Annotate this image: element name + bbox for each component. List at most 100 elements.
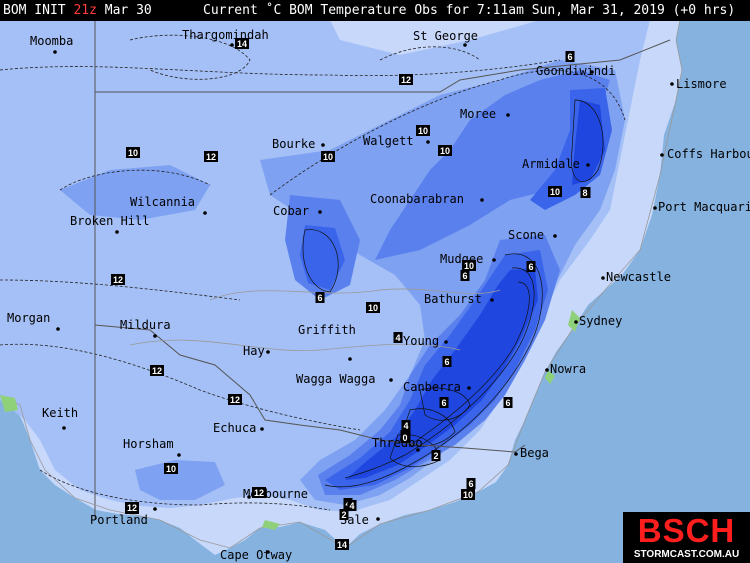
city-label: Nowra — [550, 362, 586, 376]
contour-value-label: 10 — [416, 125, 430, 136]
city-label: Hay — [243, 344, 265, 358]
city-marker — [463, 43, 467, 47]
svg-text:12: 12 — [401, 75, 411, 85]
svg-text:6: 6 — [462, 271, 467, 281]
city-label: Coffs Harbour — [667, 147, 750, 161]
contour-value-label: 8 — [580, 187, 590, 198]
svg-text:10: 10 — [128, 148, 138, 158]
svg-text:0: 0 — [402, 433, 407, 443]
contour-value-label: 0 — [400, 432, 410, 443]
city-label: Newcastle — [606, 270, 671, 284]
city-marker — [153, 334, 157, 338]
svg-text:6: 6 — [444, 357, 449, 367]
city-marker — [553, 234, 557, 238]
contour-value-label: 12 — [150, 365, 164, 376]
logo-sub-text: STORMCAST.COM.AU — [633, 549, 740, 560]
contour-value-label: 14 — [335, 539, 349, 550]
contour-value-label: 14 — [235, 38, 249, 49]
svg-text:10: 10 — [463, 490, 473, 500]
city-marker — [321, 143, 325, 147]
city-label: Cape Otway — [220, 548, 292, 562]
svg-text:8: 8 — [582, 188, 587, 198]
city-label: Mildura — [120, 318, 171, 332]
city-label: Armidale — [522, 157, 580, 171]
svg-text:4: 4 — [403, 421, 408, 431]
contour-value-label: 10 — [548, 186, 562, 197]
city-label: Moree — [460, 107, 496, 121]
svg-text:10: 10 — [323, 152, 333, 162]
city-marker — [514, 452, 518, 456]
city-marker — [266, 350, 270, 354]
svg-text:14: 14 — [337, 540, 347, 550]
svg-text:10: 10 — [368, 303, 378, 313]
svg-text:6: 6 — [567, 52, 572, 62]
contour-value-label: 6 — [460, 270, 470, 281]
contour-value-label: 6 — [439, 397, 449, 408]
city-marker — [490, 298, 494, 302]
contour-value-label: 12 — [252, 487, 266, 498]
svg-text:2: 2 — [341, 510, 346, 520]
contour-value-label: 2 — [431, 450, 441, 461]
city-marker — [660, 153, 664, 157]
bsch-logo: BSCH STORMCAST.COM.AU — [623, 512, 750, 563]
city-label: Keith — [42, 406, 78, 420]
city-marker — [574, 320, 578, 324]
model-name: BOM INIT — [3, 3, 66, 18]
city-marker — [467, 386, 471, 390]
logo-main-text: BSCH — [637, 512, 736, 549]
svg-text:12: 12 — [152, 366, 162, 376]
city-label: Lismore — [676, 77, 727, 91]
contour-value-label: 4 — [401, 420, 411, 431]
contour-value-label: 12 — [228, 394, 242, 405]
contour-value-label: 12 — [111, 274, 125, 285]
contour-value-label: 6 — [466, 478, 476, 489]
svg-text:6: 6 — [441, 398, 446, 408]
svg-text:2: 2 — [433, 451, 438, 461]
city-marker — [318, 210, 322, 214]
city-marker — [376, 517, 380, 521]
city-label: Horsham — [123, 437, 174, 451]
contour-value-label: 4 — [347, 500, 357, 511]
city-marker — [426, 140, 430, 144]
city-label: Thredbo — [372, 436, 423, 450]
svg-text:10: 10 — [440, 146, 450, 156]
contour-value-label: 6 — [526, 261, 536, 272]
city-label: Bathurst — [424, 292, 482, 306]
svg-text:6: 6 — [317, 293, 322, 303]
city-marker — [670, 82, 674, 86]
city-label: Echuca — [213, 421, 256, 435]
city-marker — [389, 378, 393, 382]
city-label: St George — [413, 29, 478, 43]
city-label: Morgan — [7, 311, 50, 325]
city-marker — [601, 276, 605, 280]
svg-text:10: 10 — [464, 261, 474, 271]
contour-value-label: 10 — [164, 463, 178, 474]
contour-value-label: 12 — [204, 151, 218, 162]
city-marker — [230, 43, 234, 47]
city-label: Bega — [520, 446, 549, 460]
city-marker — [653, 206, 657, 210]
init-date: Mar 30 — [104, 3, 152, 18]
city-marker — [177, 453, 181, 457]
city-label: Sydney — [579, 314, 622, 328]
svg-text:12: 12 — [127, 503, 137, 513]
city-marker — [56, 327, 60, 331]
svg-text:12: 12 — [113, 275, 123, 285]
city-marker — [115, 230, 119, 234]
svg-text:10: 10 — [550, 187, 560, 197]
city-label: Young — [403, 334, 439, 348]
temperature-map: Moomba Thargomindah St George Goondiwindi Li… — [0, 0, 750, 563]
forecast-map-window: Moomba Thargomindah St George Goondiwindi Li… — [0, 0, 750, 563]
city-label: Bourke — [272, 137, 315, 151]
city-label: Portland — [90, 513, 148, 527]
svg-text:10: 10 — [166, 464, 176, 474]
city-marker — [153, 507, 157, 511]
svg-text:6: 6 — [468, 479, 473, 489]
map-header: BOM INIT 21z Mar 30 Current ˚C BOM Tempe… — [0, 0, 750, 21]
city-label: Port Macquarie — [658, 200, 750, 214]
contour-value-label: 10 — [126, 147, 140, 158]
contour-value-label: 4 — [393, 332, 403, 343]
city-label: Moomba — [30, 34, 73, 48]
city-label: Wagga Wagga — [296, 372, 375, 386]
contour-value-label: 6 — [315, 292, 325, 303]
